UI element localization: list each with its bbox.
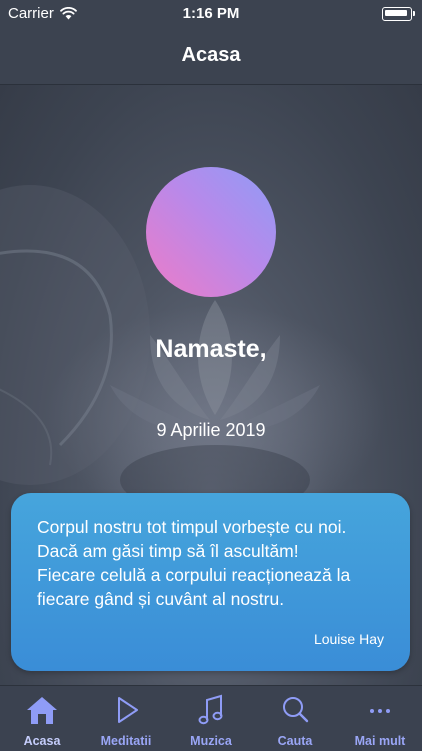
tab-bar: Acasa Meditatii Muzica Cauta Mai mult <box>0 685 422 751</box>
quote-text: Corpul nostru tot timpul vorbește cu noi… <box>37 515 397 611</box>
quote-line: Dacă am găsi timp să îl ascultăm! <box>37 541 299 561</box>
tab-acasa[interactable]: Acasa <box>0 686 84 751</box>
music-note-icon <box>198 694 223 725</box>
tab-cauta[interactable]: Cauta <box>253 686 337 751</box>
tab-meditatii[interactable]: Meditatii <box>84 686 168 751</box>
tab-label: Meditatii <box>100 734 152 748</box>
tab-label: Mai mult <box>354 734 406 748</box>
play-icon <box>118 697 138 723</box>
quote-card[interactable]: Corpul nostru tot timpul vorbește cu noi… <box>11 493 410 671</box>
clock: 1:16 PM <box>182 5 240 22</box>
tab-label: Muzica <box>190 734 232 748</box>
status-bar: Carrier 1:16 PM <box>0 0 422 28</box>
profile-orb <box>146 167 276 297</box>
battery-icon <box>382 7 415 21</box>
quote-author: Louise Hay <box>313 631 384 647</box>
tab-label: Cauta <box>277 734 313 748</box>
navigation-bar: Acasa <box>0 28 422 85</box>
quote-line: fiecare gând și cuvânt al nostru. <box>37 589 285 609</box>
more-icon <box>370 709 390 713</box>
quote-line: Corpul nostru tot timpul vorbește cu noi… <box>37 517 347 537</box>
tab-muzica[interactable]: Muzica <box>169 686 253 751</box>
home-icon <box>27 697 57 724</box>
greeting-text: Namaste, <box>155 335 267 363</box>
current-date: 9 Aprilie 2019 <box>156 420 266 440</box>
page-title: Acasa <box>181 44 241 66</box>
tab-mai-mult[interactable]: Mai mult <box>338 686 422 751</box>
quote-line: Fiecare celulă a corpului reacționează l… <box>37 565 351 585</box>
tab-label: Acasa <box>23 734 61 748</box>
search-icon <box>283 697 309 723</box>
home-hero: Namaste, 9 Aprilie 2019 Corpul nostru to… <box>0 85 422 685</box>
